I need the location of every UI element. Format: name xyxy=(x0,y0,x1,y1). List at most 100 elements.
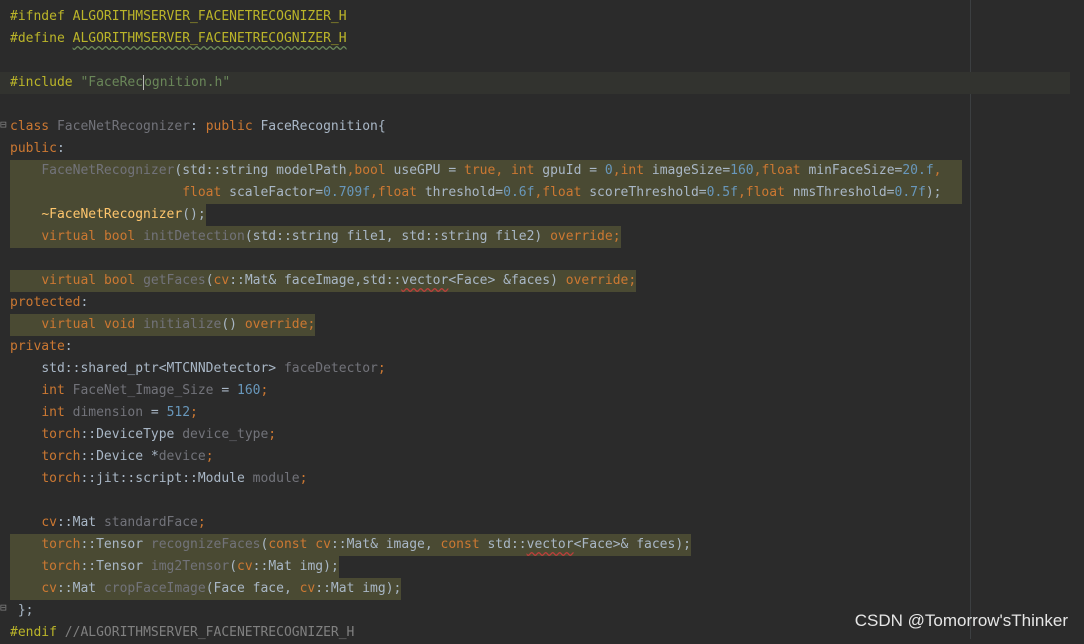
code-token: , xyxy=(933,163,942,178)
code-token: ::Mat xyxy=(56,515,104,530)
code-line[interactable]: protected: xyxy=(10,292,88,314)
code-line[interactable]: int dimension = 512; xyxy=(10,402,198,424)
code-token: true xyxy=(464,163,496,178)
code-token: , xyxy=(495,163,511,178)
code-token: int xyxy=(510,163,543,178)
code-line[interactable]: torch::DeviceType device_type; xyxy=(10,424,276,446)
code-token: ( xyxy=(205,273,214,288)
code-token: 0.5f xyxy=(706,185,738,200)
code-token: ::Mat img); xyxy=(252,559,339,574)
code-token: ALGORITHMSERVER_FACENETRECOGNIZER_H xyxy=(72,9,347,24)
code-token: int xyxy=(41,405,73,420)
code-line[interactable]: torch::Device *device; xyxy=(10,446,213,468)
code-token: #ifndef xyxy=(10,9,73,24)
code-line[interactable]: class FaceNetRecognizer: public FaceReco… xyxy=(10,116,386,138)
code-line[interactable]: std::shared_ptr<MTCNNDetector> faceDetec… xyxy=(10,358,385,380)
code-token: override xyxy=(565,273,629,288)
fold-icon[interactable]: ⊟ xyxy=(0,601,7,614)
code-token: std:: xyxy=(487,537,527,552)
code-line[interactable]: public: xyxy=(10,138,65,160)
code-token: ::Tensor xyxy=(80,537,151,552)
code-token: ; xyxy=(268,427,277,442)
code-token: ognition.h xyxy=(144,75,223,90)
code-token: torch xyxy=(41,427,81,442)
code-token: float xyxy=(761,163,809,178)
code-token: #endif xyxy=(10,625,65,640)
code-token: torch xyxy=(41,449,81,464)
code-token: cv xyxy=(213,273,230,288)
code-line[interactable]: torch::Tensor img2Tensor(cv::Mat img); xyxy=(10,556,339,578)
code-token: <Face> &faces) xyxy=(448,273,566,288)
code-token: }; xyxy=(10,603,34,618)
code-token: cv xyxy=(41,581,57,596)
code-editor[interactable]: #ifndef ALGORITHMSERVER_FACENETRECOGNIZE… xyxy=(0,0,1084,640)
code-token: { xyxy=(377,119,386,134)
code-token: float xyxy=(377,185,425,200)
code-token: img2Tensor xyxy=(150,559,230,574)
code-line[interactable]: private: xyxy=(10,336,73,358)
code-line[interactable]: cv::Mat standardFace; xyxy=(10,512,205,534)
code-line[interactable]: int FaceNet_Image_Size = 160; xyxy=(10,380,268,402)
code-token: threshold= xyxy=(424,185,504,200)
code-line[interactable]: virtual void initialize() override; xyxy=(10,314,316,336)
code-token: 160 xyxy=(237,383,261,398)
code-token: device_type xyxy=(182,427,269,442)
code-line[interactable]: virtual bool initDetection(std::string f… xyxy=(10,226,621,248)
code-token: useGPU = xyxy=(393,163,464,178)
code-line[interactable]: ~FaceNetRecognizer(); xyxy=(10,204,206,226)
code-token: vector xyxy=(401,273,449,288)
code-token: class xyxy=(10,119,57,134)
code-line[interactable]: float scaleFactor=0.709f,float threshold… xyxy=(10,182,962,204)
code-line[interactable]: }; xyxy=(10,600,34,622)
code-token: (std::string file1, std::string file2) xyxy=(244,229,551,244)
code-token: torch xyxy=(41,537,81,552)
code-token: standardFace xyxy=(103,515,198,530)
code-token: cv xyxy=(299,581,316,596)
code-token: module xyxy=(252,471,300,486)
fold-icon[interactable]: ⊟ xyxy=(0,118,7,131)
code-token: 0.709f xyxy=(323,185,371,200)
code-token: override xyxy=(550,229,613,244)
code-line[interactable]: torch::jit::script::Module module; xyxy=(10,468,307,490)
code-token: virtual xyxy=(41,273,104,288)
code-token: cropFaceImage xyxy=(103,581,206,596)
code-line[interactable]: #define ALGORITHMSERVER_FACENETRECOGNIZE… xyxy=(10,28,347,50)
code-line[interactable]: #endif //ALGORITHMSERVER_FACENETRECOGNIZ… xyxy=(10,622,354,644)
code-token: 160 xyxy=(730,163,754,178)
code-token: 512 xyxy=(166,405,191,420)
code-token: minFaceSize= xyxy=(808,163,903,178)
code-line[interactable]: cv::Mat cropFaceImage(Face face, cv::Mat… xyxy=(10,578,402,600)
code-line[interactable]: FaceNetRecognizer(std::string modelPath,… xyxy=(10,160,962,182)
code-token: ::Tensor xyxy=(80,559,151,574)
code-token: cv xyxy=(41,515,57,530)
code-token: 0.6f xyxy=(503,185,535,200)
code-line[interactable]: virtual bool getFaces(cv::Mat& faceImage… xyxy=(10,270,637,292)
code-token: nmsThreshold= xyxy=(792,185,895,200)
code-line[interactable]: torch::Tensor recognizeFaces(const cv::M… xyxy=(10,534,691,556)
code-token: #define xyxy=(10,31,73,46)
code-token: const xyxy=(268,537,316,552)
code-token: bool xyxy=(354,163,394,178)
code-token: ; xyxy=(190,405,198,420)
code-line[interactable]: #include "FaceRecognition.h" xyxy=(0,72,1070,94)
code-line[interactable]: #ifndef ALGORITHMSERVER_FACENETRECOGNIZE… xyxy=(10,6,347,28)
code-token: vector xyxy=(526,537,574,552)
code-token: FaceNetRecognizer xyxy=(41,163,175,178)
code-token: 0 xyxy=(604,163,613,178)
code-token: initDetection xyxy=(143,229,245,244)
code-token: ALGORITHMSERVER_FACENETRECOGNIZER_H xyxy=(72,31,347,46)
code-token: ::Mat& faceImage,std:: xyxy=(229,273,402,288)
code-token: int xyxy=(620,163,652,178)
code-token: FaceRecognition xyxy=(260,119,378,134)
code-token: ::Mat& image, xyxy=(330,537,441,552)
code-token: , xyxy=(612,163,621,178)
